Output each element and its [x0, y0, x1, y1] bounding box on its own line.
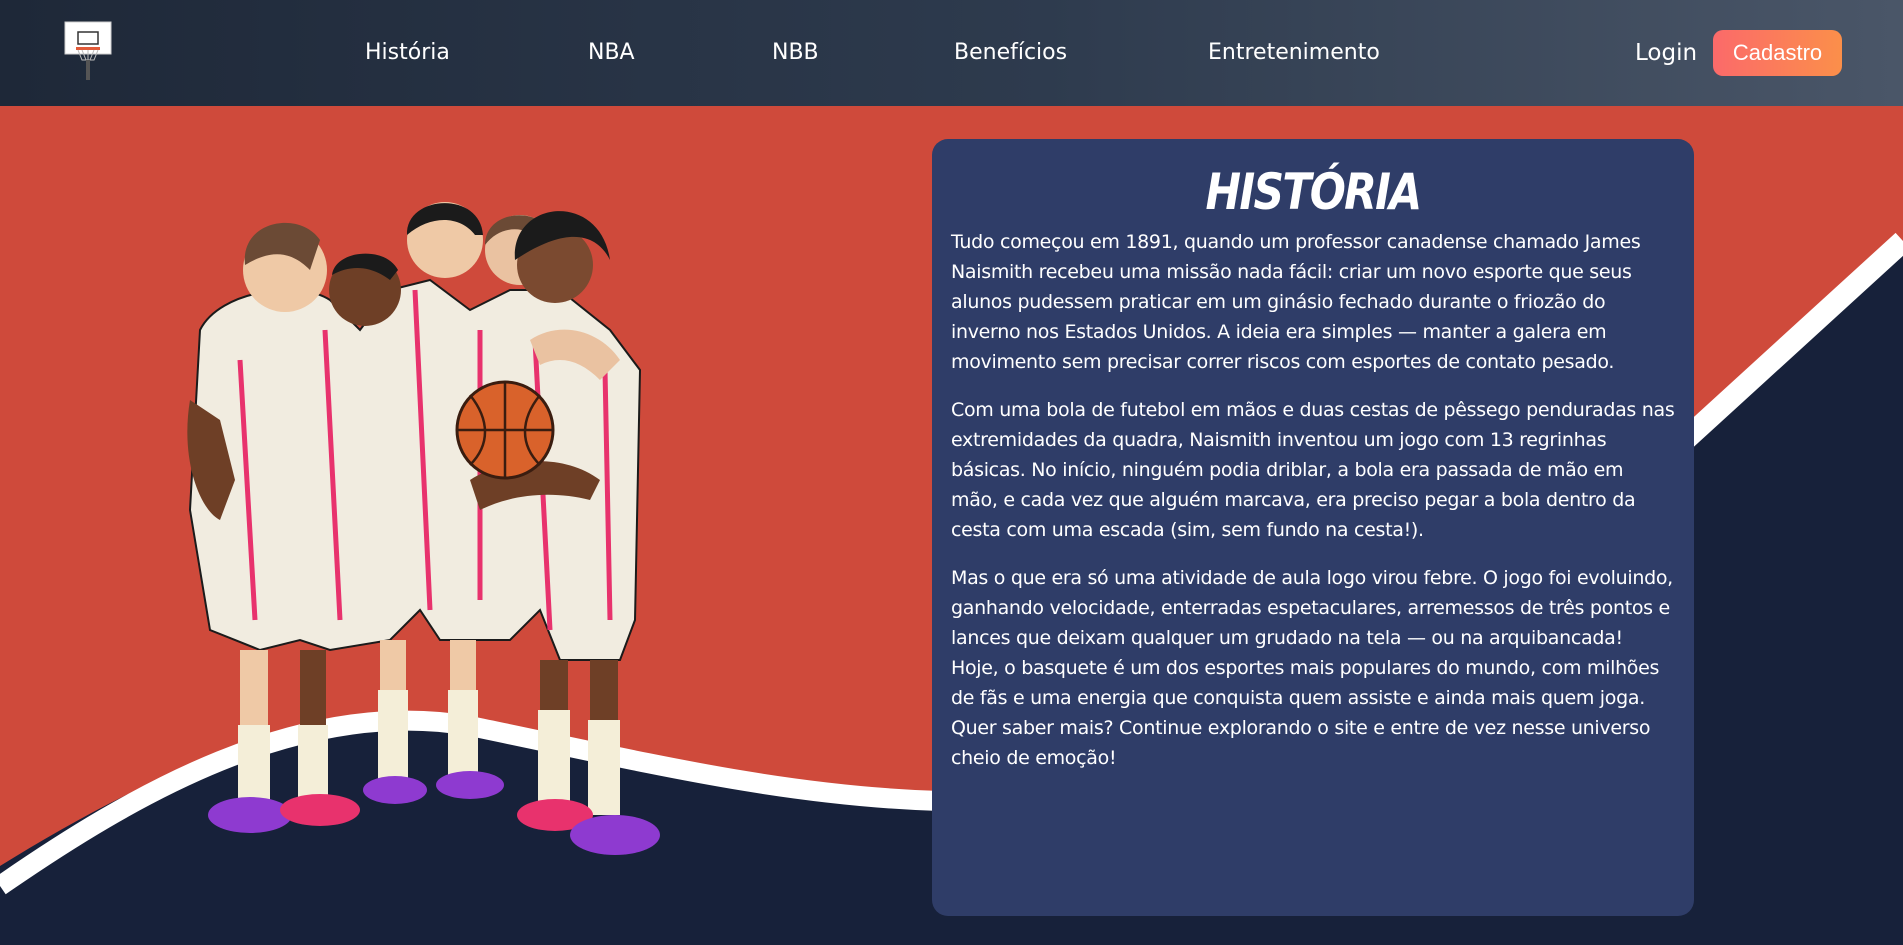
signup-button[interactable]: Cadastro — [1713, 30, 1842, 76]
basketball-hoop-icon — [64, 21, 112, 80]
login-link[interactable]: Login — [1635, 37, 1697, 69]
history-card: HISTÓRIA Tudo começou em 1891, quando um… — [932, 139, 1694, 916]
nav-link-nba[interactable]: NBA — [588, 38, 635, 68]
history-paragraph-1: Tudo começou em 1891, quando um professo… — [951, 231, 1641, 373]
nav-link-nbb[interactable]: NBB — [772, 38, 819, 68]
navbar: História NBA NBB Benefícios Entretenimen… — [0, 0, 1903, 106]
history-paragraph-2: Com uma bola de futebol em mãos e duas c… — [951, 399, 1675, 541]
logo[interactable] — [64, 20, 114, 80]
basketball-team-huddle-illustration — [187, 202, 660, 855]
nav-link-entretenimento[interactable]: Entretenimento — [1208, 38, 1380, 68]
nav-link-historia[interactable]: História — [365, 38, 450, 68]
history-paragraph-3: Mas o que era só uma atividade de aula l… — [951, 567, 1673, 769]
nav-link-beneficios[interactable]: Benefícios — [954, 38, 1067, 68]
history-title: HISTÓRIA — [1205, 163, 1423, 221]
